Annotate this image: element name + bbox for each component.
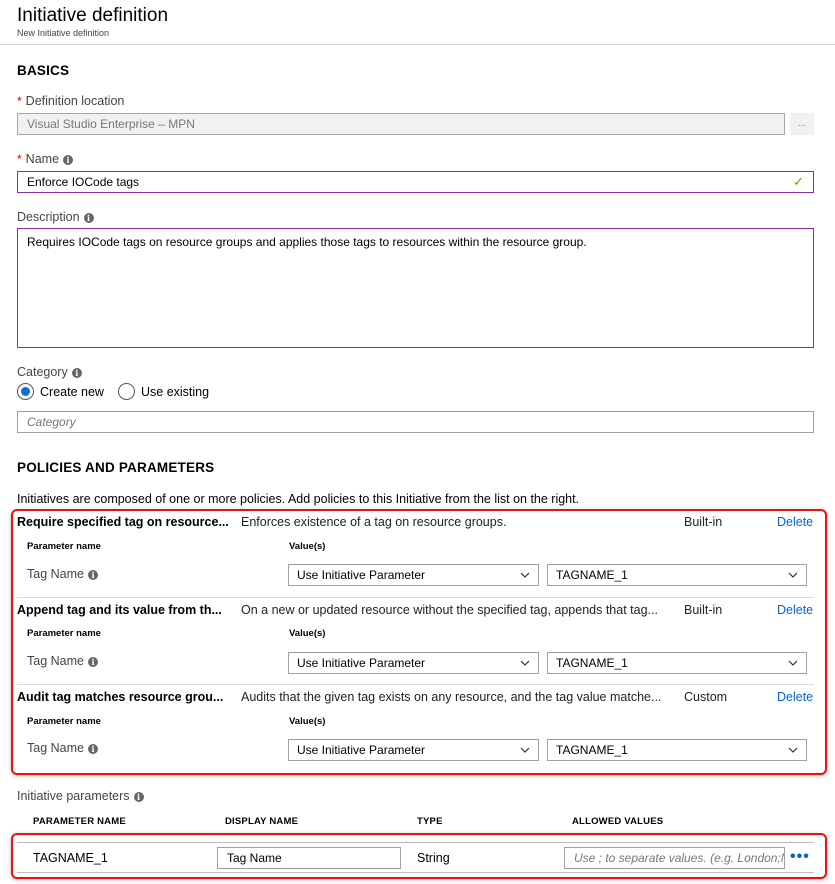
policy-type: Built-in <box>684 515 723 529</box>
value-param-select[interactable]: TAGNAME_1 <box>547 652 807 674</box>
values-header: Value(s) <box>289 716 326 727</box>
check-icon: ✓ <box>793 174 804 189</box>
definition-location-value: Visual Studio Enterprise – MPN <box>27 117 195 131</box>
select-value: TAGNAME_1 <box>556 656 628 670</box>
definition-location-label: * Definition location <box>17 94 124 108</box>
values-header: Value(s) <box>289 541 326 552</box>
value-mode-select[interactable]: Use Initiative Parameter <box>288 652 539 674</box>
required-marker: * <box>17 94 22 108</box>
type-cell: String <box>417 851 450 865</box>
radio-unselected-icon[interactable] <box>118 383 135 400</box>
value-mode-select[interactable]: Use Initiative Parameter <box>288 564 539 586</box>
category-placeholder: Category <box>27 415 76 429</box>
column-header-parameter-name: PARAMETER NAME <box>33 816 126 827</box>
name-label-text: Name <box>25 152 60 166</box>
select-value: TAGNAME_1 <box>556 743 628 757</box>
delete-policy-link[interactable]: Delete <box>777 690 813 704</box>
param-name-text: Tag Name <box>27 654 84 668</box>
parameter-name-cell: TAGNAME_1 <box>33 851 108 865</box>
page-title: Initiative definition <box>17 5 169 26</box>
chevron-down-icon <box>788 747 798 753</box>
info-icon[interactable]: i <box>63 154 74 165</box>
radio-label: Create new <box>40 384 104 399</box>
chevron-down-icon <box>788 660 798 666</box>
policy-divider <box>17 684 814 685</box>
select-value: Use Initiative Parameter <box>297 656 426 670</box>
definition-location-input[interactable]: Visual Studio Enterprise – MPN <box>17 113 785 135</box>
column-header-allowed-values: ALLOWED VALUES <box>572 816 664 827</box>
param-name: Tag Name i <box>27 567 98 581</box>
description-label-text: Description <box>17 210 80 224</box>
initiative-parameters-label-text: Initiative parameters <box>17 789 130 803</box>
page-subtitle: New Initiative definition <box>17 28 110 38</box>
param-name: Tag Name i <box>27 654 98 668</box>
description-label: Description i <box>17 210 94 224</box>
info-icon[interactable]: i <box>133 791 144 802</box>
policies-heading: POLICIES AND PARAMETERS <box>17 460 215 475</box>
description-value: Requires IOCode tags on resource groups … <box>27 235 587 249</box>
value-mode-select[interactable]: Use Initiative Parameter <box>288 739 539 761</box>
info-icon[interactable]: i <box>87 656 98 667</box>
name-label: * Name i <box>17 152 74 166</box>
value-param-select[interactable]: TAGNAME_1 <box>547 564 807 586</box>
header-divider <box>0 44 835 45</box>
category-label: Category i <box>17 365 82 379</box>
policy-type: Custom <box>684 690 728 704</box>
chevron-down-icon <box>520 660 530 666</box>
table-row-bottom-border <box>17 872 814 873</box>
category-radio-create-new[interactable]: Create new <box>17 383 104 400</box>
delete-policy-link[interactable]: Delete <box>777 515 813 529</box>
chevron-down-icon <box>520 572 530 578</box>
browse-location-button[interactable]: ... <box>790 113 814 135</box>
info-icon[interactable]: i <box>87 569 98 580</box>
required-marker: * <box>17 152 22 166</box>
select-value: Use Initiative Parameter <box>297 568 426 582</box>
parameter-name-header: Parameter name <box>27 628 101 639</box>
select-value: TAGNAME_1 <box>556 568 628 582</box>
definition-location-label-text: Definition location <box>25 94 125 108</box>
delete-policy-link[interactable]: Delete <box>777 603 813 617</box>
info-icon[interactable]: i <box>87 743 98 754</box>
policy-title[interactable]: Audit tag matches resource grou... <box>17 690 223 704</box>
radio-label: Use existing <box>141 384 210 399</box>
description-textarea[interactable]: Requires IOCode tags on resource groups … <box>17 228 814 348</box>
values-header: Value(s) <box>289 628 326 639</box>
policy-description: Enforces existence of a tag on resource … <box>241 515 507 529</box>
policy-divider <box>17 597 814 598</box>
parameter-name-header: Parameter name <box>27 716 101 727</box>
chevron-down-icon <box>520 747 530 753</box>
category-radio-use-existing[interactable]: Use existing <box>118 383 209 400</box>
policies-intro: Initiatives are composed of one or more … <box>17 492 580 506</box>
policy-description: On a new or updated resource without the… <box>241 603 658 617</box>
select-value: Use Initiative Parameter <box>297 743 426 757</box>
more-options-icon[interactable]: ••• <box>790 848 810 866</box>
table-row-top-border <box>17 842 814 843</box>
param-name: Tag Name i <box>27 741 98 755</box>
column-header-display-name: DISPLAY NAME <box>225 816 299 827</box>
display-name-input[interactable]: Tag Name <box>217 847 401 869</box>
name-input[interactable]: Enforce IOCode tags ✓ <box>17 171 814 193</box>
info-icon[interactable]: i <box>83 212 94 223</box>
info-icon[interactable]: i <box>71 367 82 378</box>
name-value: Enforce IOCode tags <box>27 175 140 189</box>
param-name-text: Tag Name <box>27 567 84 581</box>
radio-selected-icon[interactable] <box>17 383 34 400</box>
chevron-down-icon <box>788 572 798 578</box>
policy-title[interactable]: Append tag and its value from th... <box>17 603 222 617</box>
policies-highlight-box <box>11 509 827 775</box>
policy-type: Built-in <box>684 603 723 617</box>
policy-description: Audits that the given tag exists on any … <box>241 690 662 704</box>
param-name-text: Tag Name <box>27 741 84 755</box>
value-param-select[interactable]: TAGNAME_1 <box>547 739 807 761</box>
basics-heading: BASICS <box>17 63 70 78</box>
allowed-values-placeholder: Use ; to separate values. (e.g. London;N <box>574 851 785 865</box>
allowed-values-input[interactable]: Use ; to separate values. (e.g. London;N <box>564 847 785 869</box>
category-input[interactable]: Category <box>17 411 814 433</box>
category-label-text: Category <box>17 365 68 379</box>
initiative-parameters-label: Initiative parameters i <box>17 789 144 803</box>
display-name-value: Tag Name <box>227 851 282 865</box>
column-header-type: TYPE <box>417 816 443 827</box>
policy-title[interactable]: Require specified tag on resource... <box>17 515 229 529</box>
parameter-name-header: Parameter name <box>27 541 101 552</box>
